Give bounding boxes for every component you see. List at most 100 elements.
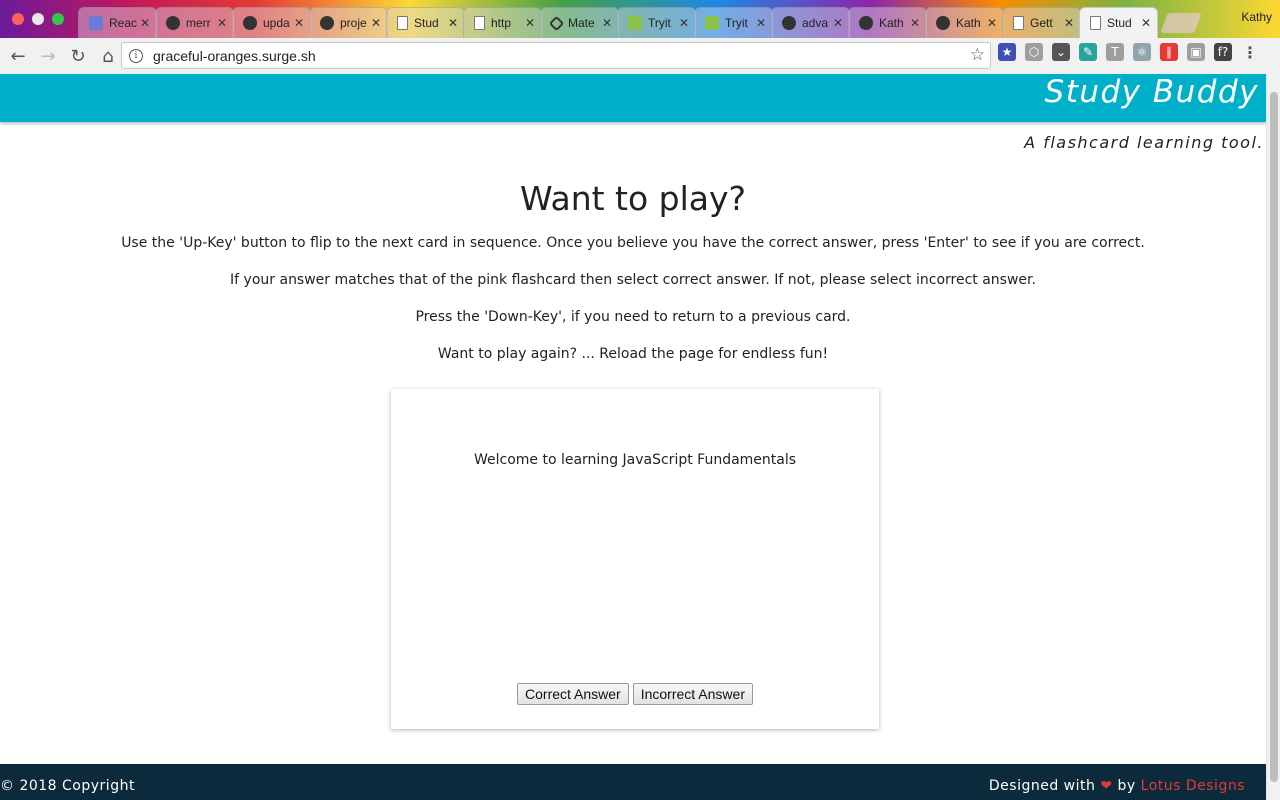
address-bar[interactable]: i graceful-oranges.surge.sh ☆ xyxy=(121,42,991,69)
site-brand[interactable]: Study Buddy xyxy=(1045,74,1259,110)
shield-extension-icon[interactable]: ⬡ xyxy=(1025,43,1043,61)
tab-title: http xyxy=(491,16,512,30)
tab-close-icon[interactable]: ✕ xyxy=(294,16,304,30)
tab-title: Tryit xyxy=(725,16,748,30)
browser-tab[interactable]: Kath ✕ xyxy=(848,7,927,38)
profile-name[interactable]: Kathy xyxy=(1241,10,1272,24)
tab-title: Kath xyxy=(879,16,904,30)
tab-close-icon[interactable]: ✕ xyxy=(217,16,227,30)
tab-title: Kath xyxy=(956,16,981,30)
back-button[interactable]: ← xyxy=(4,42,32,70)
new-tab-button[interactable] xyxy=(1160,13,1202,33)
github-icon xyxy=(859,16,873,30)
home-button[interactable]: ⌂ xyxy=(94,42,122,70)
tab-close-icon[interactable]: ✕ xyxy=(679,16,689,30)
arrow-left-icon: ← xyxy=(10,45,26,67)
flashcard[interactable]: Welcome to learning JavaScript Fundament… xyxy=(391,389,879,729)
document-icon xyxy=(1090,16,1101,30)
browser-tab[interactable]: Mate ✕ xyxy=(540,7,619,38)
react-devtools-icon[interactable]: ⚛ xyxy=(1133,43,1151,61)
github-icon xyxy=(782,16,796,30)
site-header: Study Buddy xyxy=(0,74,1266,122)
document-icon xyxy=(1013,16,1024,30)
tab-close-icon[interactable]: ✕ xyxy=(910,16,920,30)
window-close-button[interactable] xyxy=(12,13,24,25)
home-icon: ⌂ xyxy=(102,45,114,67)
page-title: Want to play? xyxy=(519,179,747,218)
bookmark-extension-icon[interactable]: ★ xyxy=(998,43,1016,61)
analytics-extension-icon[interactable]: ∥ xyxy=(1160,43,1178,61)
document-icon xyxy=(397,16,408,30)
forward-button[interactable]: → xyxy=(34,42,62,70)
tab-title: Stud xyxy=(1107,16,1132,30)
tab-title: Mate xyxy=(568,16,595,30)
browser-tab[interactable]: Tryit ✕ xyxy=(694,7,773,38)
answer-buttons: Correct Answer Incorrect Answer xyxy=(391,683,879,705)
tab-close-icon[interactable]: ✕ xyxy=(602,16,612,30)
browser-tab[interactable]: http ✕ xyxy=(463,7,542,38)
designer-link[interactable]: Lotus Designs xyxy=(1141,778,1245,794)
browser-tab[interactable]: adva ✕ xyxy=(771,7,850,38)
site-info-icon[interactable]: i xyxy=(129,48,143,63)
page-content: Study Buddy A flashcard learning tool. W… xyxy=(0,74,1266,800)
tab-close-icon[interactable]: ✕ xyxy=(833,16,843,30)
window-zoom-button[interactable] xyxy=(52,13,64,25)
browser-tab[interactable]: upda ✕ xyxy=(232,7,311,38)
reload-button[interactable]: ↻ xyxy=(64,42,92,70)
browser-tab[interactable]: Reac ✕ xyxy=(78,7,157,38)
address-bar-url[interactable]: graceful-oranges.surge.sh xyxy=(153,48,316,64)
window-minimize-button[interactable] xyxy=(32,13,44,25)
tab-close-icon[interactable]: ✕ xyxy=(1064,16,1074,30)
tab-title: upda xyxy=(263,16,290,30)
site-footer: © 2018 Copyright Designed with ❤ by Lotu… xyxy=(0,764,1266,800)
font-extension-icon[interactable]: f? xyxy=(1214,43,1232,61)
codepen-icon xyxy=(548,15,565,31)
tab-close-icon[interactable]: ✕ xyxy=(448,16,458,30)
heart-icon: ❤ xyxy=(1100,778,1113,794)
reload-icon: ↻ xyxy=(70,45,86,67)
flashcard-text: Welcome to learning JavaScript Fundament… xyxy=(473,452,797,468)
designed-by: Designed with ❤ by Lotus Designs xyxy=(989,778,1245,794)
w3schools-icon xyxy=(628,16,642,30)
pocket-extension-icon[interactable]: ⌄ xyxy=(1052,43,1070,61)
site-tagline: A flashcard learning tool. xyxy=(1024,133,1264,152)
tab-close-icon[interactable]: ✕ xyxy=(756,16,766,30)
instruction-text: Use the 'Up-Key' button to flip to the n… xyxy=(121,235,1145,251)
browser-tab[interactable]: proje ✕ xyxy=(309,7,388,38)
copyright-text: © 2018 Copyright xyxy=(0,778,135,794)
tab-title: Gett xyxy=(1030,16,1053,30)
extension-icons: ★ ⬡ ⌄ ✎ T ⚛ ∥ ▣ f? ⋮ xyxy=(998,43,1268,62)
window-extension-icon[interactable]: ▣ xyxy=(1187,43,1205,61)
browser-tab-strip: Reac ✕ merr ✕ upda ✕ proje ✕ Stud ✕ http ✕ Mate ✕ Tryi… xyxy=(0,0,1280,38)
browser-tab[interactable]: Stud ✕ xyxy=(1079,7,1158,38)
instruction-text: Want to play again? ... Reload the page … xyxy=(437,346,829,362)
github-icon xyxy=(243,16,257,30)
browser-tab[interactable]: Tryit ✕ xyxy=(617,7,696,38)
github-icon xyxy=(936,16,950,30)
browser-tab[interactable]: merr ✕ xyxy=(155,7,234,38)
document-icon xyxy=(474,16,485,30)
tab-close-icon[interactable]: ✕ xyxy=(140,16,150,30)
browser-toolbar: ← → ↻ ⌂ i graceful-oranges.surge.sh ☆ ★ ⬡… xyxy=(0,38,1280,74)
browser-tab[interactable]: Stud ✕ xyxy=(386,7,465,38)
tab-title: merr xyxy=(186,16,211,30)
page-scrollbar[interactable] xyxy=(1266,74,1280,800)
browser-tab[interactable]: Gett ✕ xyxy=(1002,7,1081,38)
bookmark-star-icon[interactable]: ☆ xyxy=(970,45,985,65)
correct-answer-button[interactable]: Correct Answer xyxy=(517,683,629,705)
tab-title: Reac xyxy=(109,16,138,30)
browser-tab[interactable]: Kath ✕ xyxy=(925,7,1004,38)
instruction-text: If your answer matches that of the pink … xyxy=(230,272,1036,288)
dropper-extension-icon[interactable]: ✎ xyxy=(1079,43,1097,61)
browser-menu-icon[interactable]: ⋮ xyxy=(1241,43,1259,62)
tab-close-icon[interactable]: ✕ xyxy=(371,16,381,30)
scrollbar-thumb[interactable] xyxy=(1270,92,1278,782)
text-extension-icon[interactable]: T xyxy=(1106,43,1124,61)
incorrect-answer-button[interactable]: Incorrect Answer xyxy=(632,683,753,705)
tab-list: Reac ✕ merr ✕ upda ✕ proje ✕ Stud ✕ http ✕ Mate ✕ Tryi… xyxy=(78,7,1202,38)
arrow-right-icon: → xyxy=(40,45,56,67)
tab-close-icon[interactable]: ✕ xyxy=(1141,16,1151,30)
tab-close-icon[interactable]: ✕ xyxy=(525,16,535,30)
react-icon xyxy=(89,16,103,30)
tab-close-icon[interactable]: ✕ xyxy=(987,16,997,30)
